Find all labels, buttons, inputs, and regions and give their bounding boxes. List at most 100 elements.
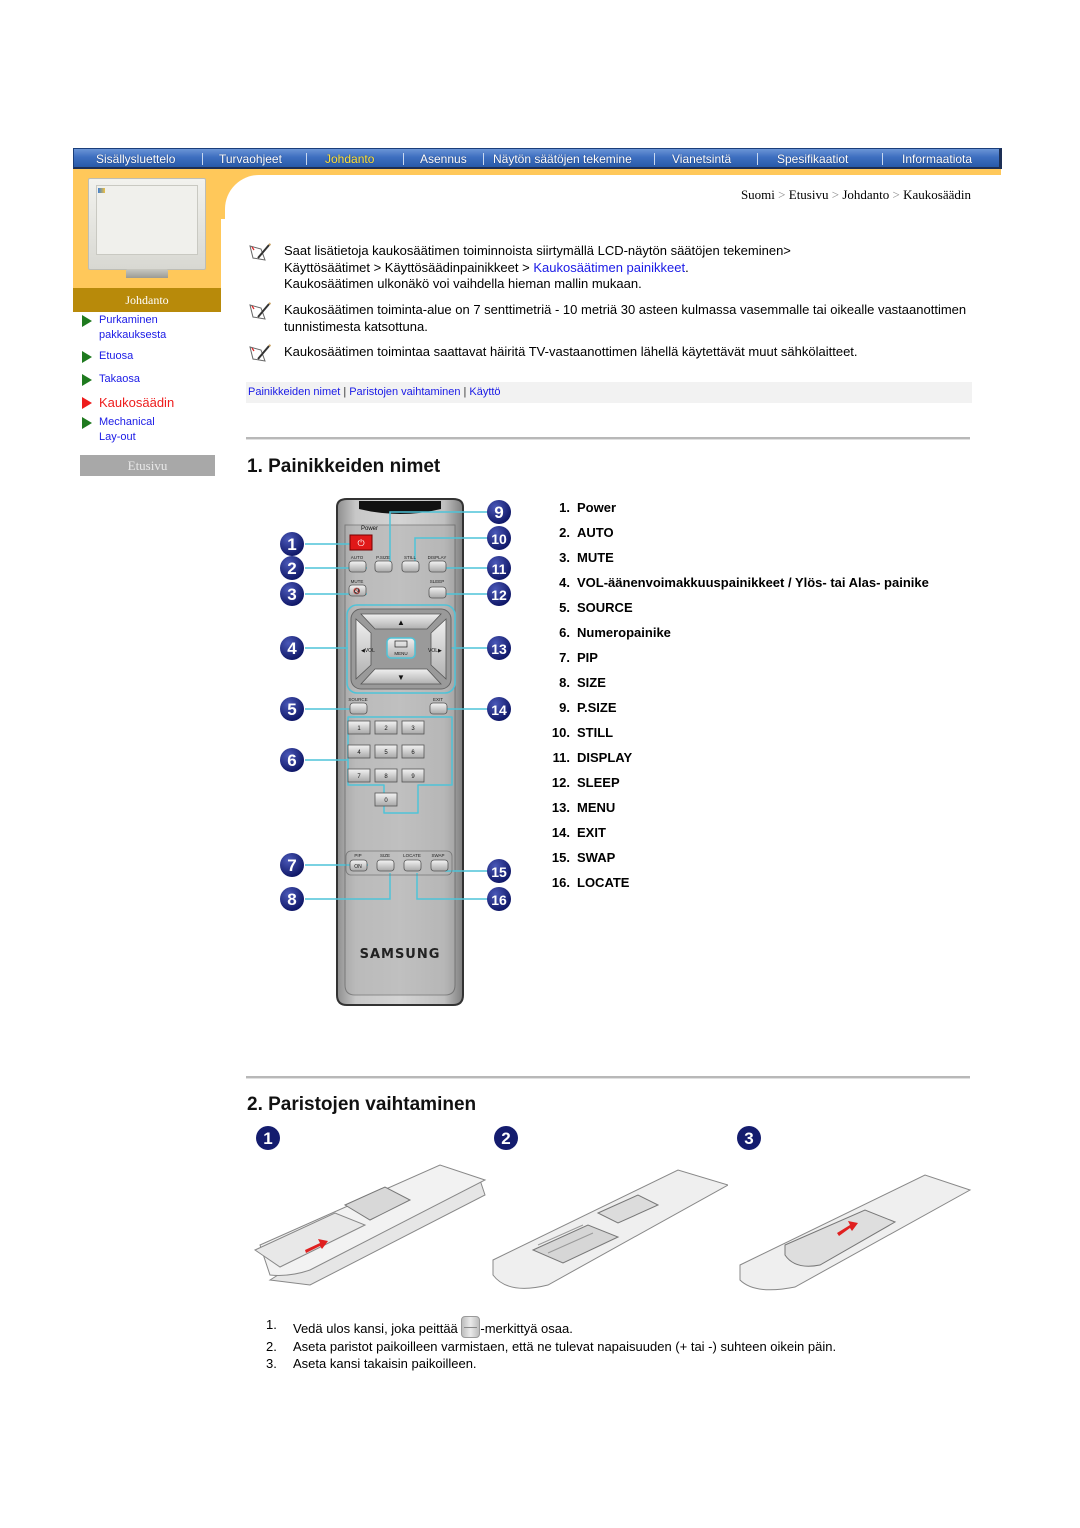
sidebar-item-label: Etuosa [99, 350, 134, 362]
breadcrumb-item[interactable]: Johdanto [842, 187, 889, 202]
step-badge-1: 1 [263, 1129, 272, 1148]
button-name-label: SOURCE [577, 600, 633, 615]
callout-number: 15 [491, 864, 507, 880]
nav-item-johdanto[interactable]: Johdanto [325, 152, 374, 166]
sidebar-item-takaosa[interactable]: Takaosa [82, 372, 222, 387]
callout-number: 8 [287, 890, 296, 909]
list-number: 11. [552, 750, 570, 765]
nav-item-spesifikaatiot[interactable]: Spesifikaatiot [777, 152, 848, 166]
button-name-item: 16. LOCATE [548, 875, 948, 891]
sidebar-item-purkaminen[interactable]: Purkaminen pakkauksesta [82, 313, 222, 343]
section-link-paristojen-vaihtaminen[interactable]: Paristojen vaihtaminen [349, 386, 460, 398]
divider [246, 437, 970, 440]
size-button [376, 859, 395, 872]
callout-number: 12 [491, 587, 507, 603]
sidebar-item-label: Takaosa [99, 373, 140, 385]
step-badge-2: 2 [501, 1129, 510, 1148]
button-name-label: STILL [577, 725, 614, 740]
note: Kaukosäätimen toiminta-alue on 7 senttim… [248, 302, 978, 335]
home-button[interactable]: Etusivu [80, 455, 215, 476]
triangle-bullet-icon [82, 417, 92, 429]
sidebar-item-mechanical-layout[interactable]: Mechanical Lay-out [82, 415, 222, 445]
step-text: Aseta paristot paikoilleen varmistaen, e… [293, 1339, 837, 1354]
triangle-bullet-icon [82, 351, 92, 363]
battery-step-3-illustration: 3 [735, 1125, 975, 1300]
list-number: 13. [551, 800, 570, 815]
button-name-label: Numeropainike [577, 625, 671, 640]
button-name-item: 5. SOURCE [548, 600, 948, 616]
list-number: 15. [551, 850, 570, 865]
button-name-label: SWAP [577, 850, 616, 865]
button-name-label: LOCATE [577, 875, 630, 890]
link-separator: | [343, 386, 347, 398]
step-text: Vedä ulos kansi, joka peittää [293, 1321, 462, 1336]
callout-number: 5 [287, 700, 296, 719]
nav-separator [654, 153, 655, 165]
list-number: 6. [559, 625, 570, 640]
sidebar-section-title: Johdanto [73, 288, 221, 312]
callout-number: 14 [491, 702, 507, 718]
breadcrumb: Suomi > Etusivu > Johdanto > Kaukosäädin [741, 187, 971, 203]
nav-separator [202, 153, 203, 165]
breadcrumb-separator: > [831, 187, 840, 202]
note-text: Kaukosäätimen ulkonäkö voi vaihdella hie… [284, 276, 642, 291]
section-link-painikkeiden-nimet[interactable]: Painikkeiden nimet [248, 386, 340, 398]
callout-number: 10 [491, 531, 507, 547]
button-name-item: 11. DISPLAY [548, 750, 948, 766]
breadcrumb-item[interactable]: Etusivu [789, 187, 829, 202]
step-text: -merkittyä osaa. [480, 1321, 573, 1336]
battery-steps-list: 1. Vedä ulos kansi, joka peittää -merkit… [266, 1316, 836, 1372]
breadcrumb-item[interactable]: Suomi [741, 187, 775, 202]
nav-item-sisallysluettelo[interactable]: Sisällysluettelo [96, 152, 175, 166]
nav-separator [483, 153, 484, 165]
callout-number: 6 [287, 751, 296, 770]
svg-text:EXIT: EXIT [433, 697, 443, 702]
button-name-label: VOL-äänenvoimakkuuspainikkeet / Ylös- ta… [577, 575, 929, 590]
remote-buttons-link[interactable]: Kaukosäätimen painikkeet [533, 260, 685, 275]
button-names-list: 1. Power 2. AUTO 3. MUTE 4. VOL-äänenvoimakkuus… [548, 500, 948, 900]
nav-item-informaatiota[interactable]: Informaatiota [902, 152, 972, 166]
callout-number: 7 [287, 856, 296, 875]
svg-text:MUTE: MUTE [351, 579, 364, 584]
sidebar-nav: Purkaminen pakkauksesta Etuosa Takaosa K… [82, 313, 222, 453]
callout-number: 2 [287, 559, 296, 578]
callout-number: 4 [287, 639, 297, 658]
breadcrumb-separator: > [892, 187, 900, 202]
svg-text:🔇: 🔇 [353, 587, 361, 595]
triangle-bullet-icon [82, 374, 92, 386]
nav-item-asennus[interactable]: Asennus [420, 152, 467, 166]
section-link-kaytto[interactable]: Käyttö [469, 386, 500, 398]
nav-item-nayton-saatojen-tekeminen[interactable]: Näytön säätöjen tekemine [493, 152, 632, 166]
button-name-label: SIZE [577, 675, 606, 690]
source-button [349, 702, 368, 715]
step-text: Aseta kansi takaisin paikoilleen. [293, 1356, 477, 1371]
note-pencil-icon [249, 344, 272, 362]
list-number: 10. [551, 725, 570, 740]
svg-text:PIP: PIP [354, 853, 361, 858]
sidebar-item-label: Mechanical Lay-out [99, 416, 155, 443]
note-pencil-icon [249, 243, 272, 261]
battery-compartment-icon [461, 1316, 481, 1338]
note: Kaukosäätimen toimintaa saattavat häirit… [248, 344, 978, 362]
button-name-label: AUTO [577, 525, 614, 540]
button-name-label: DISPLAY [577, 750, 633, 765]
battery-step-1-illustration: 1 [250, 1125, 490, 1300]
triangle-bullet-icon [82, 315, 92, 327]
nav-separator [306, 153, 307, 165]
remote-control-svg: Power ⏻ AUTO P.SIZE STILL DISPLAY MUTE S… [280, 498, 511, 1006]
svg-text:▼: ▼ [397, 673, 405, 682]
nav-item-vianetsinta[interactable]: Vianetsintä [672, 152, 731, 166]
nav-item-turvaohjeet[interactable]: Turvaohjeet [219, 152, 282, 166]
list-number: 9. [559, 700, 570, 715]
sidebar-item-etuosa[interactable]: Etuosa [82, 349, 222, 364]
remote-control-illustration: Power ⏻ AUTO P.SIZE STILL DISPLAY MUTE S… [275, 495, 535, 1010]
swap-button [430, 859, 449, 872]
note-text: Kaukosäätimen toiminta-alue on 7 senttim… [284, 302, 967, 334]
sidebar-item-kaukosaadin[interactable]: Kaukosäädin [82, 395, 222, 410]
svg-text:Power: Power [361, 526, 378, 532]
still-button [401, 560, 420, 573]
svg-text:⏻: ⏻ [357, 538, 364, 549]
list-item: 1. Vedä ulos kansi, joka peittää -merkit… [266, 1316, 836, 1338]
breadcrumb-separator: > [778, 187, 786, 202]
svg-text:P.SIZE: P.SIZE [376, 555, 390, 560]
